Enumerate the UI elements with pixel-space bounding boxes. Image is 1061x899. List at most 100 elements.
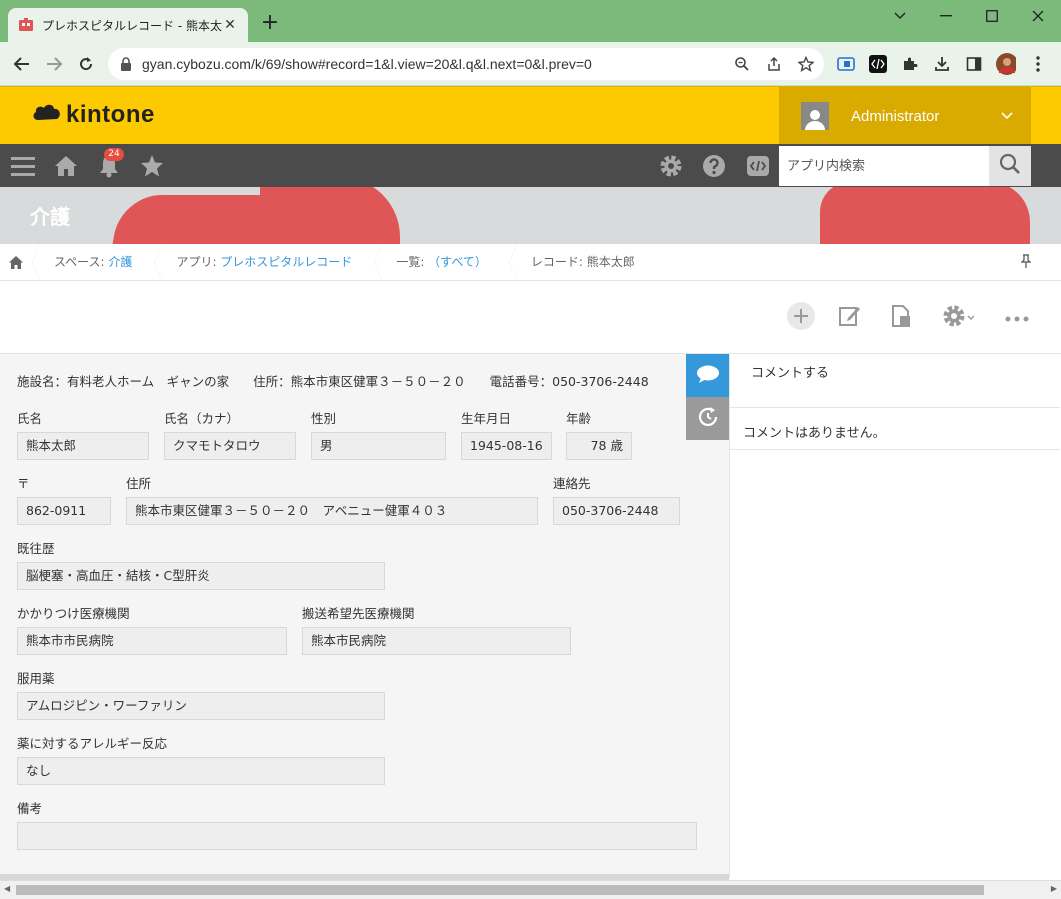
user-name: Administrator bbox=[851, 107, 940, 125]
comments-tab[interactable] bbox=[686, 354, 729, 397]
name-label: 氏名 bbox=[17, 411, 43, 426]
history-tab[interactable] bbox=[686, 397, 729, 440]
address-label: 住所 bbox=[126, 476, 152, 491]
primary-clinic-value[interactable]: 熊本市市民病院 bbox=[17, 627, 287, 655]
ellipsis-icon bbox=[1005, 311, 1029, 326]
breadcrumb: スペース: 介護 アプリ: プレホスピタルレコード 一覧: （すべて） レコード… bbox=[0, 243, 1061, 281]
zoom-icon[interactable] bbox=[732, 54, 752, 74]
pencil-edit-icon bbox=[838, 304, 862, 332]
scroll-right-arrow-icon[interactable]: ▶ bbox=[1051, 884, 1057, 893]
close-window-icon[interactable] bbox=[1018, 4, 1058, 28]
side-panel-icon[interactable] bbox=[964, 54, 984, 74]
extensions-puzzle-icon[interactable] bbox=[900, 54, 920, 74]
space-title: 介護 bbox=[30, 205, 70, 229]
history-clock-icon bbox=[696, 405, 720, 433]
transport-hospital-value[interactable]: 熊本市民病院 bbox=[302, 627, 571, 655]
browser-menu-icon[interactable] bbox=[1028, 54, 1048, 74]
medication-value[interactable]: アムロジピン・ワーファリン bbox=[17, 692, 385, 720]
pin-icon[interactable] bbox=[1020, 254, 1032, 271]
banner-decoration bbox=[820, 187, 1030, 244]
banner-decoration bbox=[260, 187, 400, 244]
no-comments-message: コメントはありません。 bbox=[730, 408, 1060, 450]
name-value[interactable]: 熊本太郎 bbox=[17, 432, 149, 460]
add-record-button[interactable] bbox=[785, 302, 817, 334]
code-window-icon[interactable] bbox=[744, 152, 772, 180]
scrollbar-thumb[interactable] bbox=[16, 885, 984, 895]
contact-value[interactable]: 050-3706-2448 bbox=[553, 497, 680, 525]
breadcrumb-home-icon[interactable] bbox=[0, 244, 32, 281]
record-action-bar bbox=[0, 281, 1061, 354]
gender-label: 性別 bbox=[311, 411, 337, 426]
kintone-cloud-icon bbox=[32, 102, 62, 128]
duplicate-record-button[interactable] bbox=[885, 302, 917, 334]
breadcrumb-space-link[interactable]: 介護 bbox=[108, 255, 132, 269]
address-value[interactable]: 熊本市東区健軍３－５０－２０ アベニュー健軍４０３ bbox=[126, 497, 538, 525]
lock-icon bbox=[120, 57, 134, 71]
search-icon bbox=[999, 153, 1021, 179]
tab-close-icon[interactable]: ✕ bbox=[222, 17, 238, 33]
breadcrumb-view[interactable]: 一覧: （すべて） bbox=[374, 243, 509, 281]
breadcrumb-space[interactable]: スペース: 介護 bbox=[32, 243, 154, 281]
gender-value[interactable]: 男 bbox=[311, 432, 446, 460]
extension-blue-icon[interactable] bbox=[836, 54, 856, 74]
download-icon[interactable] bbox=[932, 54, 952, 74]
age-value[interactable]: 78 歳 bbox=[566, 432, 632, 460]
chevron-down-icon bbox=[966, 311, 976, 326]
kana-label: 氏名（カナ） bbox=[164, 411, 240, 426]
browser-tab[interactable]: プレホスピタルレコード - 熊本太郎 - k ✕ bbox=[8, 8, 248, 42]
url-text: gyan.cybozu.com/k/69/show#record=1&l.vie… bbox=[142, 56, 592, 72]
horizontal-scrollbar[interactable]: ◀ ▶ bbox=[0, 880, 1061, 899]
breadcrumb-app-link[interactable]: プレホスピタルレコード bbox=[220, 255, 352, 269]
contact-label: 連絡先 bbox=[553, 476, 591, 491]
record-settings-button[interactable] bbox=[937, 302, 981, 334]
help-question-icon[interactable] bbox=[700, 152, 728, 180]
breadcrumb-app-label: アプリ: bbox=[176, 254, 221, 269]
breadcrumb-record: レコード: 熊本太郎 bbox=[508, 243, 657, 281]
record-detail: 施設名：有料老人ホーム ギャンの家 住所：熊本市東区健軍３－５０－２０ 電話番号：0… bbox=[0, 354, 729, 878]
user-menu[interactable]: Administrator bbox=[779, 87, 1031, 145]
browser-toolbar: gyan.cybozu.com/k/69/show#record=1&l.vie… bbox=[0, 42, 1061, 86]
favorites-star-icon[interactable] bbox=[138, 152, 166, 180]
home-icon[interactable] bbox=[52, 152, 80, 180]
breadcrumb-app[interactable]: アプリ: プレホスピタルレコード bbox=[154, 243, 374, 281]
maximize-icon[interactable] bbox=[972, 4, 1012, 28]
breadcrumb-view-label: 一覧: bbox=[396, 254, 429, 269]
menu-hamburger-icon[interactable] bbox=[9, 152, 37, 180]
app-search-input[interactable] bbox=[779, 146, 989, 186]
profile-avatar-icon[interactable] bbox=[996, 53, 1016, 75]
back-arrow-icon[interactable] bbox=[8, 50, 36, 78]
minimize-icon[interactable] bbox=[926, 4, 966, 28]
notes-value[interactable] bbox=[17, 822, 697, 850]
comments-panel: コメントする コメントはありません。 bbox=[729, 354, 1061, 878]
reload-icon[interactable] bbox=[72, 50, 100, 78]
document-copy-icon bbox=[890, 304, 912, 332]
share-icon[interactable] bbox=[764, 54, 784, 74]
user-avatar-icon bbox=[801, 102, 829, 130]
search-button[interactable] bbox=[989, 146, 1031, 186]
breadcrumb-view-link[interactable]: （すべて） bbox=[428, 255, 487, 269]
scroll-left-arrow-icon[interactable]: ◀ bbox=[4, 884, 10, 893]
post-comment-box[interactable]: コメントする bbox=[730, 354, 1060, 408]
kintone-app-favicon-icon bbox=[18, 17, 34, 33]
birthdate-value[interactable]: 1945-08-16 bbox=[461, 432, 552, 460]
address-bar[interactable]: gyan.cybozu.com/k/69/show#record=1&l.vie… bbox=[108, 48, 824, 80]
medical-history-value[interactable]: 脳梗塞・高血圧・結核・C型肝炎 bbox=[17, 562, 385, 590]
tab-search-icon[interactable] bbox=[880, 4, 920, 28]
settings-gear-icon[interactable] bbox=[657, 152, 685, 180]
drug-allergy-value[interactable]: なし bbox=[17, 757, 385, 785]
facility-phone: 電話番号：050-3706-2448 bbox=[489, 374, 649, 389]
edit-record-button[interactable] bbox=[834, 302, 866, 334]
breadcrumb-space-label: スペース: bbox=[54, 254, 109, 269]
medication-label: 服用薬 bbox=[17, 671, 55, 686]
facility-name: 施設名：有料老人ホーム ギャンの家 bbox=[17, 374, 230, 389]
code-extension-icon[interactable] bbox=[868, 54, 888, 74]
more-options-button[interactable] bbox=[1001, 302, 1033, 334]
kana-value[interactable]: クマモトタロウ bbox=[164, 432, 296, 460]
forward-arrow-icon[interactable] bbox=[40, 50, 68, 78]
zip-value[interactable]: 862-0911 bbox=[17, 497, 111, 525]
kintone-logo[interactable]: kintone bbox=[32, 101, 155, 129]
facility-address: 住所：熊本市東区健軍３－５０－２０ bbox=[253, 374, 466, 389]
bookmark-star-icon[interactable] bbox=[796, 54, 816, 74]
notification-badge: 24 bbox=[104, 148, 124, 161]
new-tab-button[interactable]: + bbox=[258, 12, 282, 36]
